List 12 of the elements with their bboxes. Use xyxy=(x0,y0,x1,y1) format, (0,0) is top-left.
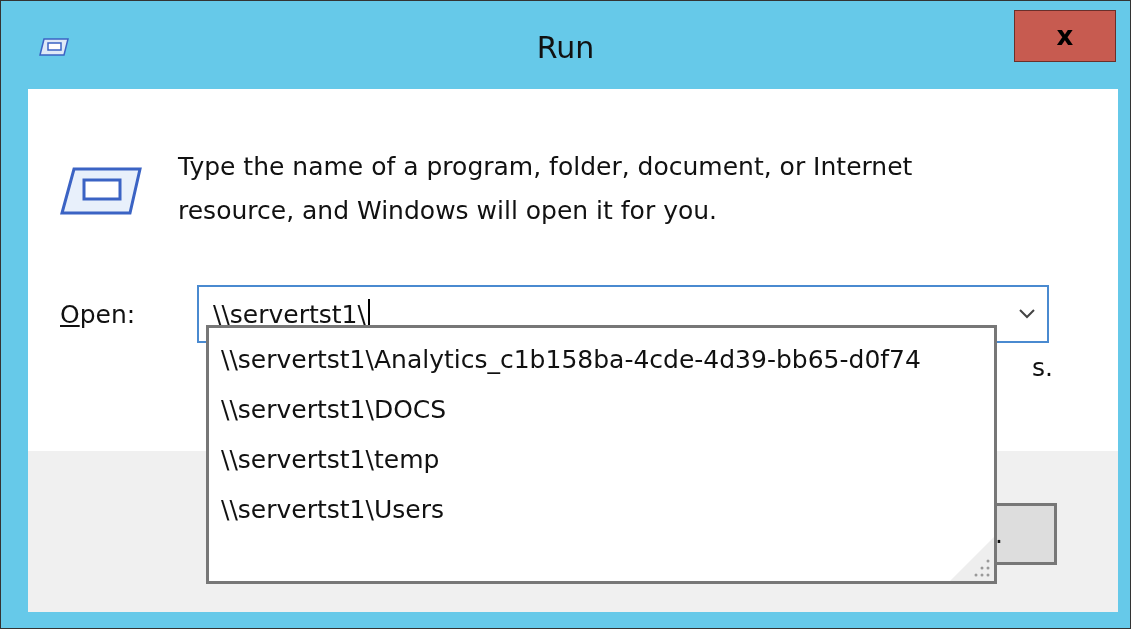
instruction-text: Type the name of a program, folder, document, or Internet resource, and Windows will open it for you. xyxy=(178,151,914,227)
suggestion-item[interactable]: \\servertst1\temp xyxy=(209,435,440,485)
suggestion-item[interactable]: \\servertst1\Users xyxy=(209,485,444,535)
note-text: s. xyxy=(1032,353,1053,382)
run-icon xyxy=(60,167,142,215)
suggestion-item[interactable]: \\servertst1\DOCS xyxy=(209,385,447,435)
open-label: Open: xyxy=(60,299,137,329)
run-icon xyxy=(39,38,69,56)
chevron-down-icon[interactable] xyxy=(1019,309,1035,319)
window-title: Run xyxy=(536,29,595,65)
close-button[interactable]: x xyxy=(1014,10,1116,62)
resize-grip-icon[interactable] xyxy=(950,537,994,581)
